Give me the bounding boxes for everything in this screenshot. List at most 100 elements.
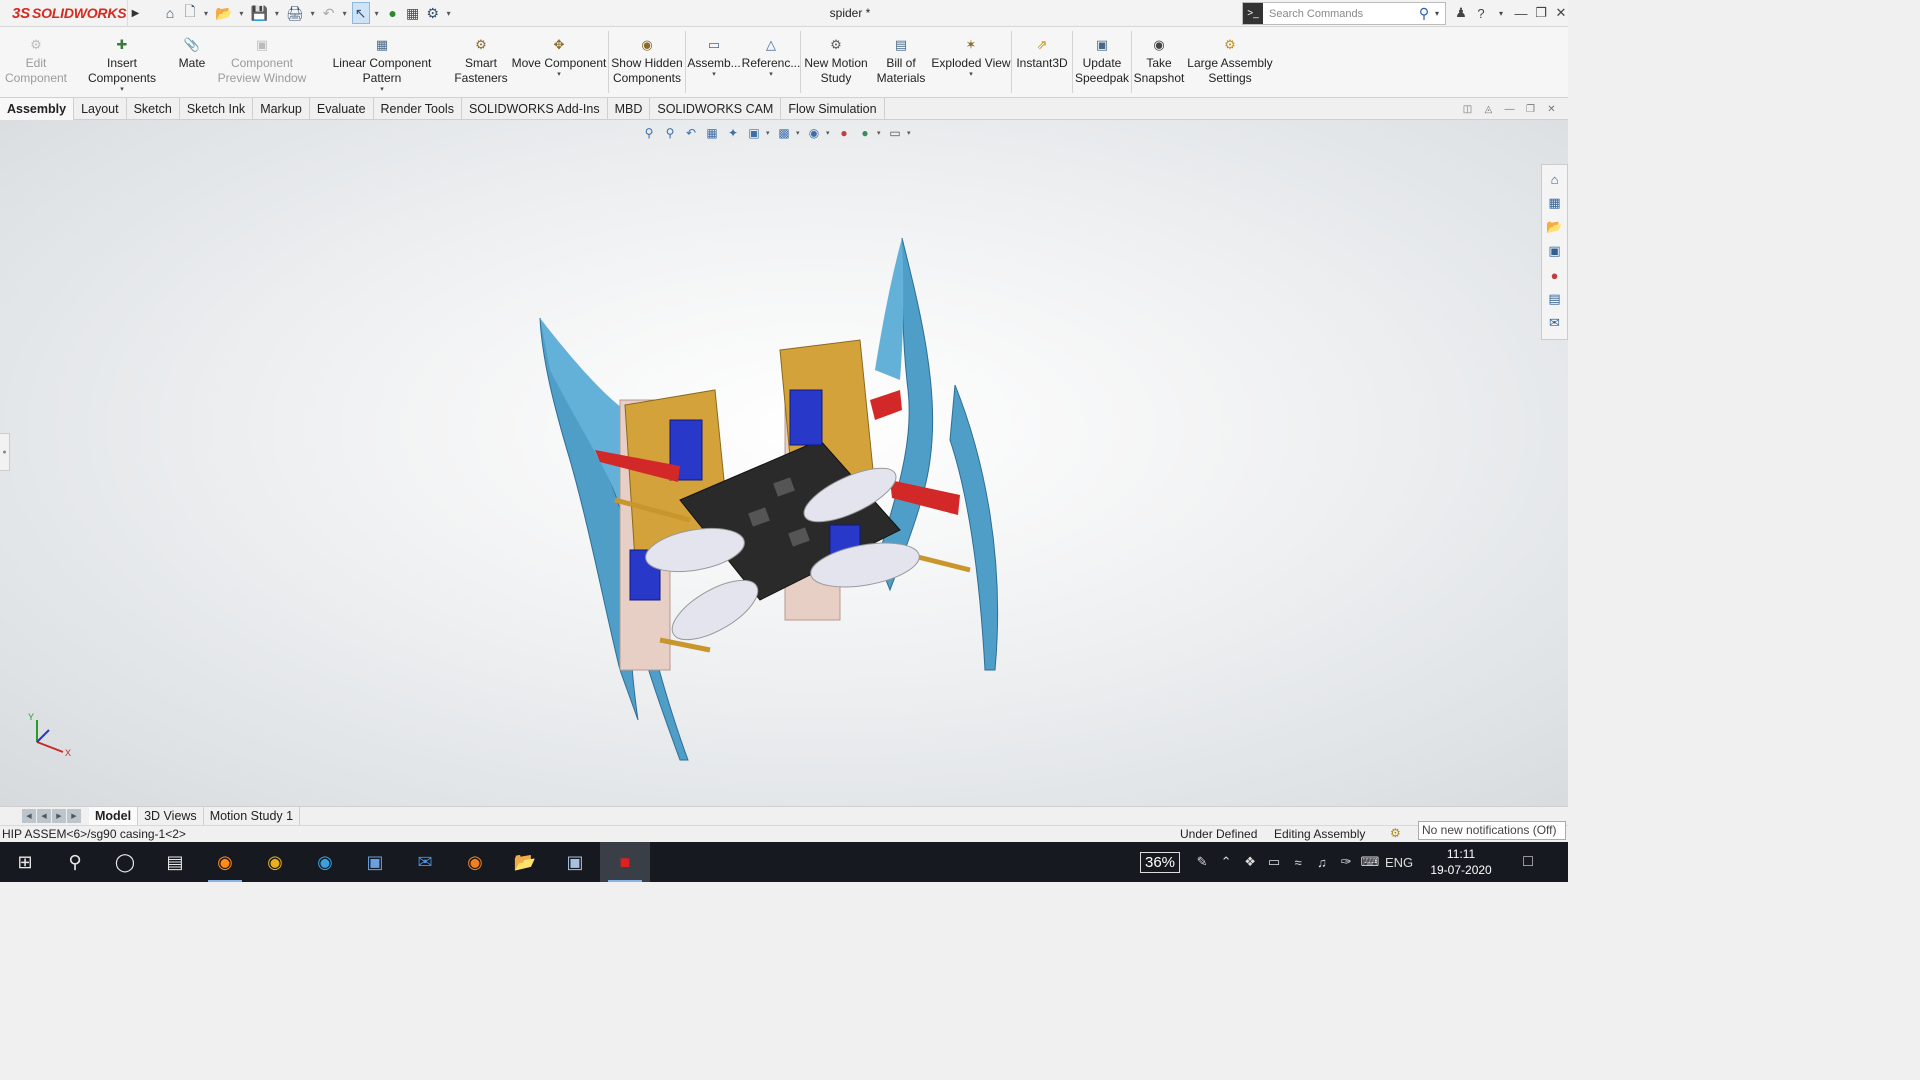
show-hidden-icons-chevron-icon[interactable]: ⌃ xyxy=(1214,854,1238,870)
spider-robot-assembly-model[interactable] xyxy=(530,230,1020,770)
instant3d-button[interactable]: ⇗ Instant3D xyxy=(1012,27,1072,98)
brave-icon[interactable]: ◉ xyxy=(450,842,500,882)
hide-show-dropdown-icon[interactable]: ▾ xyxy=(826,129,832,137)
windows-start-icon[interactable]: ⊞ xyxy=(0,842,50,882)
previous-view-icon[interactable]: ↶ xyxy=(682,124,700,142)
mate-button[interactable]: 📎 Mate xyxy=(172,27,212,98)
zoom-to-area-icon[interactable]: ⚲ xyxy=(661,124,679,142)
tab-assembly[interactable]: Assembly xyxy=(0,98,75,120)
component-preview-window-button[interactable]: ▣ Component Preview Window xyxy=(212,27,312,98)
print-icon[interactable]: 🖨 xyxy=(284,2,306,24)
view-palette-icon[interactable]: ▣ xyxy=(1545,239,1565,263)
move-component-dropdown-icon[interactable]: ▾ xyxy=(557,71,561,79)
edit-appearance-icon[interactable]: ● xyxy=(835,124,853,142)
graphics-area[interactable]: ⚲ ⚲ ↶ ▦ ✦ ▣ ▾ ▩ ▾ ◉ ▾ ● ● ▾ ▭ ▾ ● ⌂ ▦ 📂 … xyxy=(0,120,1568,806)
smart-fasteners-button[interactable]: ⚙ Smart Fasteners xyxy=(452,27,510,98)
tab-sketch-ink[interactable]: Sketch Ink xyxy=(180,98,254,120)
prev-tab-icon[interactable]: ◀ xyxy=(37,809,51,823)
undo-dropdown-icon[interactable]: ▾ xyxy=(340,2,350,24)
tab-mbd[interactable]: MBD xyxy=(608,98,651,120)
solidworks-logo[interactable]: 3S SOLIDWORKS xyxy=(0,0,127,27)
last-tab-icon[interactable]: ▶ xyxy=(67,809,81,823)
rebuild-status-icon[interactable]: ⚙ xyxy=(1390,826,1401,840)
solidworks-taskbar-icon[interactable]: ■ xyxy=(600,842,650,882)
tab-layout[interactable]: Layout xyxy=(74,98,127,120)
cortana-icon[interactable]: ◯ xyxy=(100,842,150,882)
open-dropdown-icon[interactable]: ▾ xyxy=(236,2,246,24)
assembly-features-button[interactable]: ▭ Assemb... ▾ xyxy=(686,27,742,98)
help-icon[interactable]: ? xyxy=(1472,3,1490,23)
move-component-button[interactable]: ✥ Move Component ▾ xyxy=(510,27,608,98)
tab-markup[interactable]: Markup xyxy=(253,98,310,120)
new-dropdown-icon[interactable]: ▾ xyxy=(201,2,211,24)
new-document-icon[interactable]: 🗋 xyxy=(181,2,199,24)
select-dropdown-icon[interactable]: ▾ xyxy=(372,2,382,24)
pen-workspace-icon[interactable]: ✑ xyxy=(1334,854,1358,870)
insert-components-button[interactable]: ✚ Insert Components ▾ xyxy=(72,27,172,98)
open-icon[interactable]: 📂 xyxy=(213,2,234,24)
file-explorer-icon[interactable]: 📂 xyxy=(1545,215,1565,239)
options-gear-icon[interactable]: ⚙ xyxy=(424,2,442,24)
take-snapshot-button[interactable]: ◉ Take Snapshot xyxy=(1132,27,1186,98)
user-icon[interactable]: ♟ xyxy=(1452,3,1470,23)
tab-solidworks-add-ins[interactable]: SOLIDWORKS Add-Ins xyxy=(462,98,608,120)
view-settings-icon[interactable]: ▭ xyxy=(886,124,904,142)
close-icon[interactable]: ✕ xyxy=(1552,3,1570,23)
feature-manager-collapse-handle[interactable]: ● xyxy=(0,433,10,471)
search-dropdown-icon[interactable]: ▾ xyxy=(1435,9,1445,18)
clock[interactable]: 11:11 19-07-2020 xyxy=(1416,846,1506,878)
show-hidden-components-button[interactable]: ◉ Show Hidden Components xyxy=(609,27,685,98)
wifi-icon[interactable]: ≈ xyxy=(1286,855,1310,870)
options-dropdown-icon[interactable]: ▾ xyxy=(444,2,454,24)
keyboard-icon[interactable]: ⌨ xyxy=(1358,854,1382,870)
section-view-icon[interactable]: ▦ xyxy=(703,124,721,142)
linear-pattern-dropdown-icon[interactable]: ▾ xyxy=(380,86,384,94)
appearances-scenes-icon[interactable]: ● xyxy=(1545,263,1565,287)
menu-expand-arrow-icon[interactable]: ▶ xyxy=(127,0,143,27)
exploded-view-button[interactable]: ✶ Exploded View ▾ xyxy=(931,27,1011,98)
view-orientation-dropdown-icon[interactable]: ▾ xyxy=(766,129,772,137)
tab-evaluate[interactable]: Evaluate xyxy=(310,98,374,120)
hide-show-items-icon[interactable]: ◉ xyxy=(805,124,823,142)
edge-icon[interactable]: ◉ xyxy=(300,842,350,882)
design-library-icon[interactable]: ▦ xyxy=(1545,191,1565,215)
solidworks-resources-home-icon[interactable]: ⌂ xyxy=(1545,167,1565,191)
dynamic-annotation-icon[interactable]: ✦ xyxy=(724,124,742,142)
action-center-icon[interactable]: □ xyxy=(1506,853,1550,871)
save-dropdown-icon[interactable]: ▾ xyxy=(272,2,282,24)
help-dropdown-icon[interactable]: ▾ xyxy=(1492,3,1510,23)
first-tab-icon[interactable]: ◀ xyxy=(22,809,36,823)
file-explorer-taskbar-icon[interactable]: 📂 xyxy=(500,842,550,882)
chrome-icon[interactable]: ◉ xyxy=(250,842,300,882)
search-input[interactable]: Search Commands xyxy=(1263,8,1413,20)
dropbox-icon[interactable]: ❖ xyxy=(1238,854,1262,870)
display-style-icon[interactable]: ▩ xyxy=(775,124,793,142)
volume-icon[interactable]: ♫ xyxy=(1310,855,1334,870)
task-view-icon[interactable]: ▤ xyxy=(150,842,200,882)
tab-motion-study-1[interactable]: Motion Study 1 xyxy=(204,806,301,826)
doc-close-icon[interactable]: ✕ xyxy=(1544,101,1559,117)
select-arrow-icon[interactable]: ↖ xyxy=(351,2,370,24)
taskbar-search-icon[interactable]: ⚲ xyxy=(50,842,100,882)
home-icon[interactable]: ⌂ xyxy=(161,2,179,24)
display-style-dropdown-icon[interactable]: ▾ xyxy=(796,129,802,137)
forum-icon[interactable]: ✉ xyxy=(1545,311,1565,335)
mail-icon[interactable]: ✉ xyxy=(400,842,450,882)
zoom-to-fit-icon[interactable]: ⚲ xyxy=(640,124,658,142)
battery-percent[interactable]: 36% xyxy=(1140,851,1181,873)
assembly-features-dropdown-icon[interactable]: ▾ xyxy=(712,71,716,79)
view-orientation-icon[interactable]: ▣ xyxy=(745,124,763,142)
battery-icon[interactable]: ▭ xyxy=(1262,854,1286,870)
search-icon[interactable]: ⚲ xyxy=(1413,5,1435,22)
reference-geometry-dropdown-icon[interactable]: ▾ xyxy=(769,71,773,79)
scene-dropdown-icon[interactable]: ▾ xyxy=(877,129,883,137)
doc-minimize-icon[interactable]: — xyxy=(1502,101,1517,117)
doc-restore-icon[interactable]: ❐ xyxy=(1523,101,1538,117)
bill-of-materials-button[interactable]: ▤ Bill of Materials xyxy=(871,27,931,98)
microsoft-store-icon[interactable]: ▣ xyxy=(350,842,400,882)
reference-geometry-button[interactable]: △ Referenc... ▾ xyxy=(742,27,801,98)
tab-flow-simulation[interactable]: Flow Simulation xyxy=(781,98,885,120)
tile-right-icon[interactable]: ◬ xyxy=(1481,101,1496,117)
next-tab-icon[interactable]: ▶ xyxy=(52,809,66,823)
paint-icon[interactable]: ▣ xyxy=(550,842,600,882)
